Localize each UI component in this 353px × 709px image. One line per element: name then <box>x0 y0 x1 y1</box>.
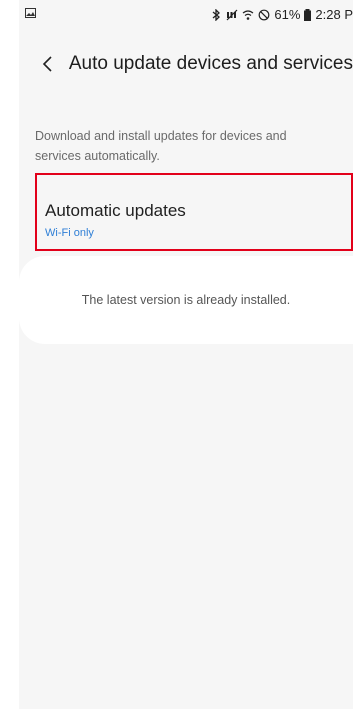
bluetooth-icon <box>212 8 221 21</box>
battery-percent: 61% <box>274 7 301 22</box>
battery-icon <box>304 8 312 21</box>
automatic-updates-value: Wi-Fi only <box>45 227 94 239</box>
status-icons: 61% 2:28 P <box>210 7 353 22</box>
back-button[interactable] <box>30 44 65 84</box>
mute-icon <box>226 9 238 20</box>
chevron-left-icon <box>43 56 53 72</box>
wifi-icon <box>243 9 254 20</box>
gallery-notification-icon <box>25 8 36 18</box>
automatic-updates-setting[interactable]: Automatic updates Wi-Fi only <box>35 173 353 251</box>
app-bar: Auto update devices and services <box>19 44 353 84</box>
no-disturb-icon <box>258 9 270 20</box>
page-description: Download and install updates for devices… <box>35 129 287 163</box>
status-bar: 61% 2:28 P <box>19 0 353 30</box>
screen: 61% 2:28 P Auto update devices and servi… <box>19 0 353 709</box>
update-status-message: The latest version is already installed. <box>81 293 291 307</box>
automatic-updates-title: Automatic updates <box>45 201 186 220</box>
update-status-card: The latest version is already installed. <box>19 256 353 344</box>
clock: 2:28 P <box>315 7 353 22</box>
page-title: Auto update devices and services <box>68 53 353 74</box>
